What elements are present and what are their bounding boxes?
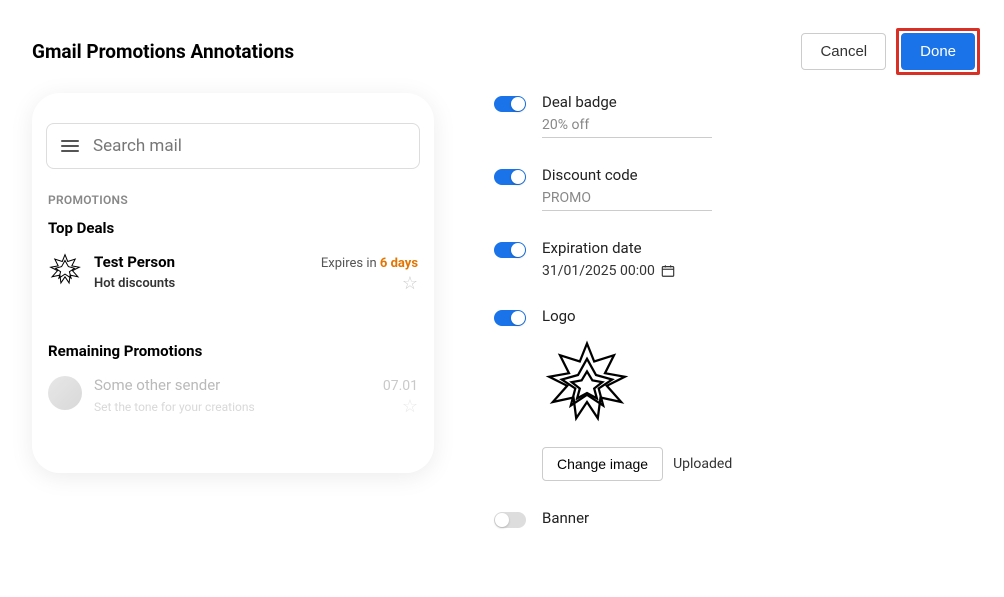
fade-overlay — [32, 423, 434, 473]
discount-code-input[interactable]: PROMO — [542, 190, 712, 211]
change-image-button[interactable]: Change image — [542, 447, 663, 481]
logo-preview — [542, 339, 972, 433]
top-deals-heading: Top Deals — [48, 219, 420, 237]
sender-name: Test Person — [94, 253, 175, 271]
avatar-placeholder-icon — [48, 376, 82, 410]
hamburger-icon — [61, 140, 79, 152]
banner-toggle[interactable] — [494, 512, 526, 528]
settings-panel: Deal badge 20% off Discount code PROMO E… — [494, 93, 972, 561]
done-button-highlight: Done — [896, 28, 980, 75]
header-buttons: Cancel Done — [801, 28, 980, 75]
cancel-button[interactable]: Cancel — [801, 33, 886, 70]
search-bar[interactable]: Search mail — [46, 123, 420, 169]
expires-text: Expires in 6 days — [321, 256, 418, 271]
expiration-input[interactable]: 31/01/2025 00:00 — [542, 263, 972, 279]
remaining-promotions-heading: Remaining Promotions — [48, 342, 420, 360]
banner-label: Banner — [542, 509, 972, 527]
other-promotion-row: Some other sender 07.01 Set the tone for… — [46, 376, 420, 417]
expiration-label: Expiration date — [542, 239, 972, 257]
other-sender-name: Some other sender — [94, 376, 220, 394]
email-subject: Hot discounts — [94, 276, 175, 291]
deal-badge-toggle[interactable] — [494, 96, 526, 112]
star-icon[interactable]: ☆ — [402, 396, 418, 417]
calendar-icon — [661, 264, 675, 278]
other-subject: Set the tone for your creations — [94, 400, 255, 414]
deal-badge-label: Deal badge — [542, 93, 972, 111]
logo-label: Logo — [542, 307, 972, 325]
discount-code-label: Discount code — [542, 166, 972, 184]
page-title: Gmail Promotions Annotations — [32, 40, 294, 63]
sender-logo-icon — [48, 253, 82, 287]
promotion-row: Test Person Expires in 6 days Hot discou… — [46, 253, 420, 294]
logo-toggle[interactable] — [494, 310, 526, 326]
other-date: 07.01 — [383, 378, 418, 394]
logo-image-icon — [542, 339, 632, 429]
discount-code-toggle[interactable] — [494, 169, 526, 185]
done-button[interactable]: Done — [901, 33, 975, 70]
search-placeholder: Search mail — [93, 136, 182, 156]
star-icon[interactable]: ☆ — [402, 273, 418, 294]
expiration-toggle[interactable] — [494, 242, 526, 258]
mobile-preview: Search mail PROMOTIONS Top Deals Test Pe… — [32, 93, 434, 473]
logo-status: Uploaded — [673, 456, 732, 472]
deal-badge-input[interactable]: 20% off — [542, 117, 712, 138]
promotions-label: PROMOTIONS — [48, 193, 420, 207]
